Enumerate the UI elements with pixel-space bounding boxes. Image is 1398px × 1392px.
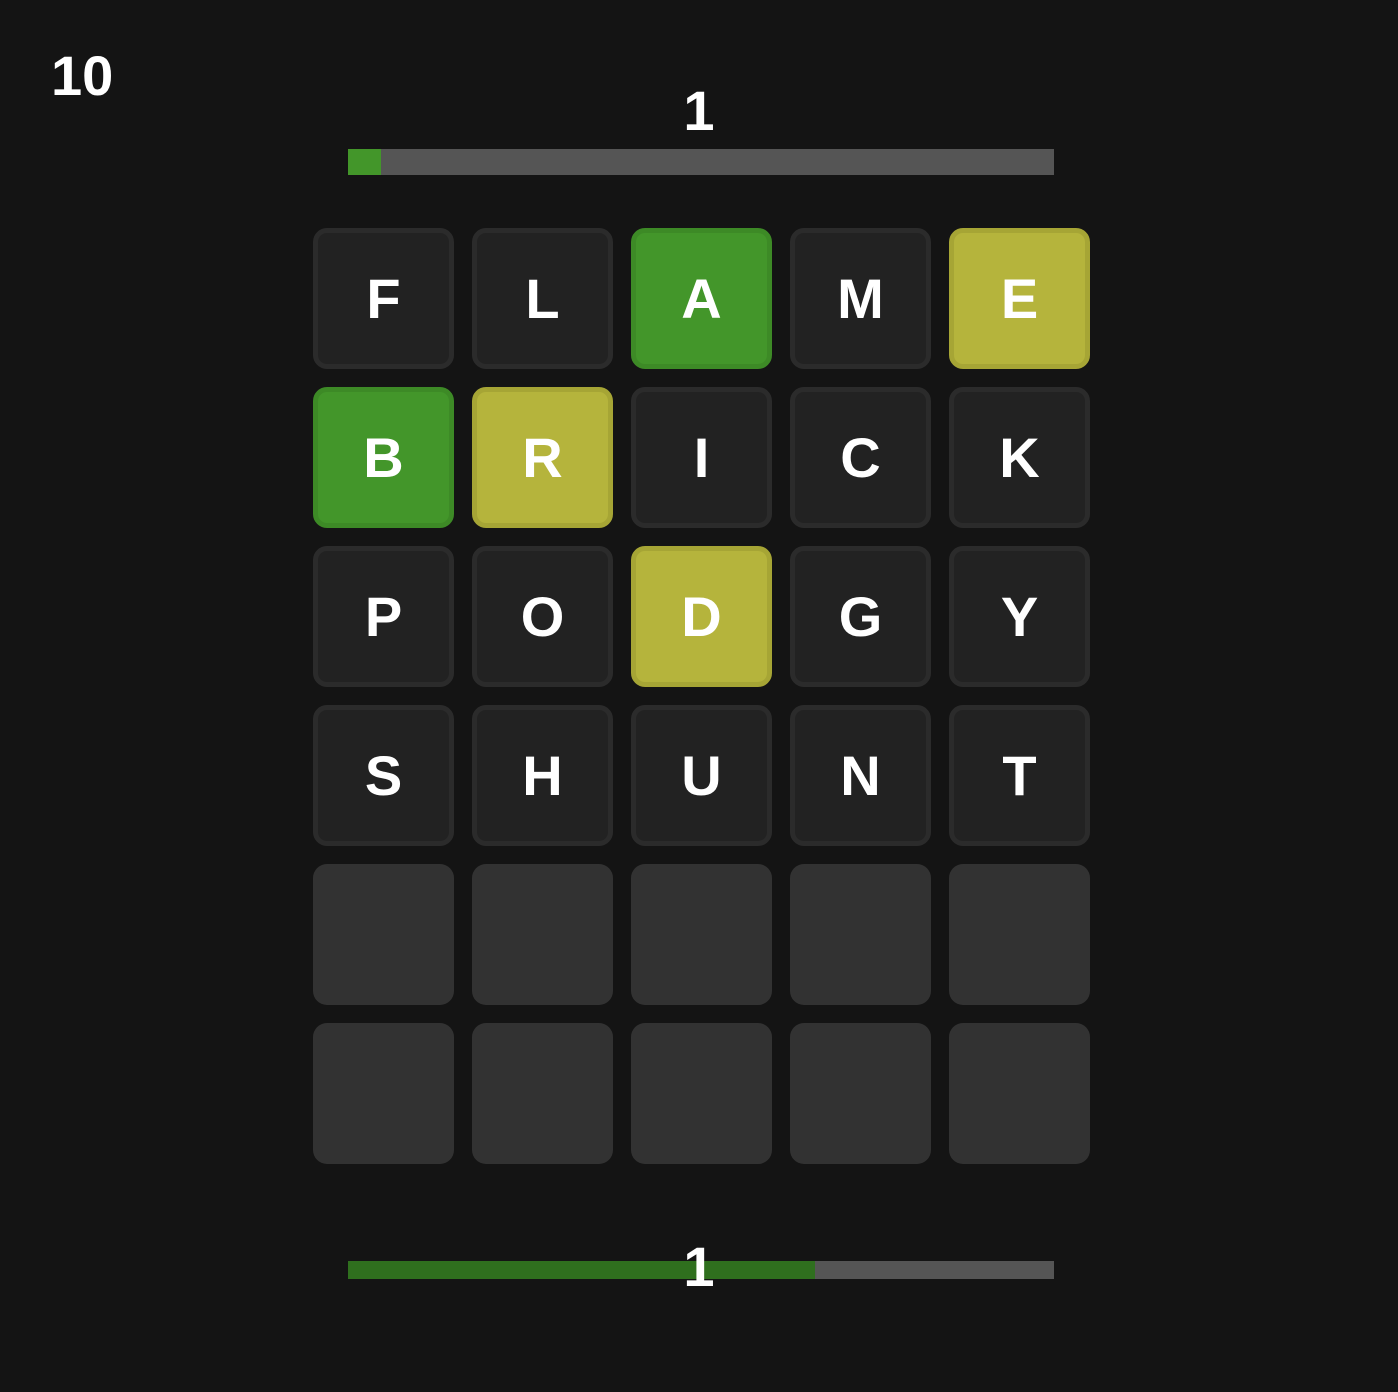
letter-tile-absent: S — [313, 705, 454, 846]
bottom-progress-number: 1 — [683, 1235, 715, 1298]
letter-tile-absent: H — [472, 705, 613, 846]
empty-tile — [313, 864, 454, 1005]
empty-tile — [631, 1023, 772, 1164]
top-progress-fill — [348, 149, 382, 175]
letter-tile-absent: N — [790, 705, 931, 846]
top-progress-bar — [348, 149, 1054, 175]
letter-tile-absent: Y — [949, 546, 1090, 687]
letter-tile-absent: M — [790, 228, 931, 369]
letter-tile-absent: F — [313, 228, 454, 369]
letter-tile-absent: L — [472, 228, 613, 369]
empty-tile — [631, 864, 772, 1005]
letter-tile-present: D — [631, 546, 772, 687]
letter-tile-absent: U — [631, 705, 772, 846]
letter-tile-absent: P — [313, 546, 454, 687]
empty-tile — [790, 864, 931, 1005]
top-progress-number: 1 — [683, 79, 715, 142]
empty-tile — [949, 1023, 1090, 1164]
letter-tile-present: E — [949, 228, 1090, 369]
word-board: FLAME BRICK PODGY SHUNT — [313, 228, 1090, 1164]
letter-tile-absent: T — [949, 705, 1090, 846]
empty-tile — [313, 1023, 454, 1164]
letter-tile-present: R — [472, 387, 613, 528]
letter-tile-absent: K — [949, 387, 1090, 528]
letter-tile-absent: O — [472, 546, 613, 687]
empty-tile — [472, 1023, 613, 1164]
empty-tile — [472, 864, 613, 1005]
letter-tile-correct: B — [313, 387, 454, 528]
letter-tile-absent: G — [790, 546, 931, 687]
letter-tile-absent: I — [631, 387, 772, 528]
game-screen: 10 1 FLAMEBRICKPODGYSHUNT 1 — [0, 0, 1398, 1392]
letter-tile-absent: C — [790, 387, 931, 528]
empty-tile — [790, 1023, 931, 1164]
empty-tile — [949, 864, 1090, 1005]
letter-tile-correct: A — [631, 228, 772, 369]
